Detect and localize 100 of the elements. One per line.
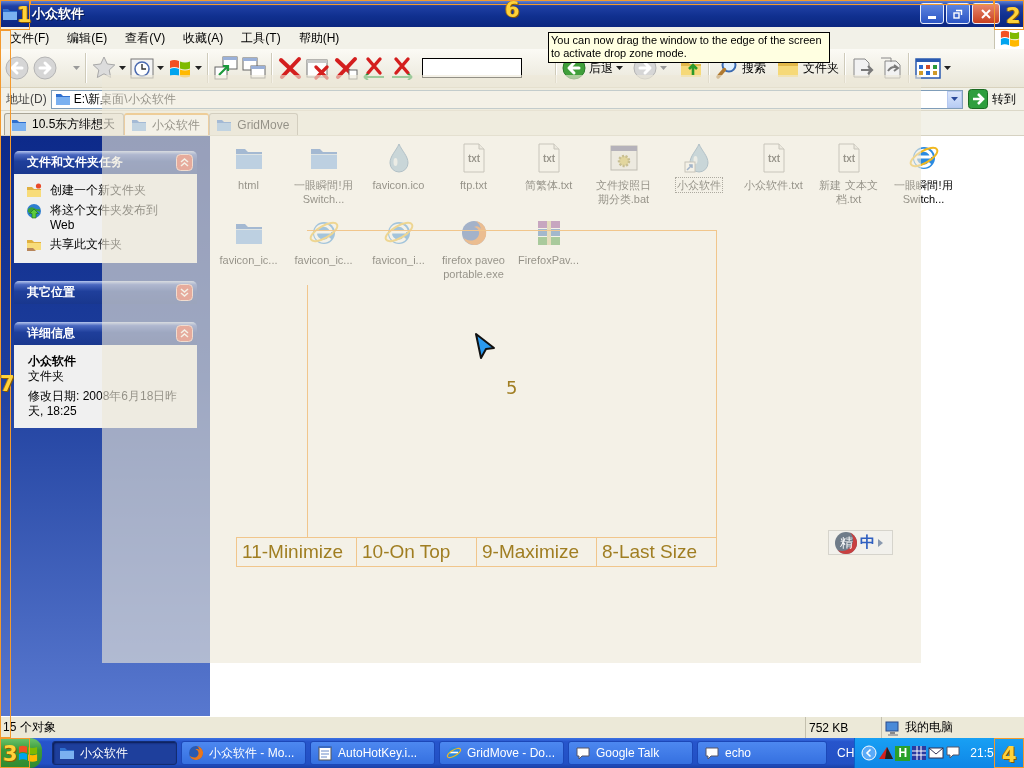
language-indicator[interactable]: CH	[837, 746, 855, 760]
file-name[interactable]: favicon_ic...	[293, 253, 354, 267]
taskbar-button[interactable]: Google Talk	[568, 741, 693, 765]
chat-bubble-icon[interactable]	[945, 745, 962, 761]
drop-zone: 11-Minimize	[236, 537, 357, 567]
chat-bubble-icon	[575, 745, 591, 761]
taskbar-button[interactable]: echo	[697, 741, 827, 765]
task-link[interactable]: 将这个文件夹发布到 Web	[50, 203, 162, 233]
gear-window-icon[interactable]	[607, 142, 640, 174]
taskbar-button[interactable]: 小众软件	[52, 741, 177, 765]
panel-header[interactable]: 其它位置	[14, 281, 197, 304]
mail-icon[interactable]	[928, 745, 945, 761]
task-link[interactable]: 创建一个新文件夹	[50, 183, 146, 198]
tab[interactable]: 10.5东方绯想天	[4, 113, 125, 135]
clock[interactable]: 21:5	[970, 746, 994, 760]
close-icon	[981, 8, 991, 19]
task-link[interactable]: 共享此文件夹	[50, 237, 122, 252]
search-field[interactable]	[422, 58, 522, 78]
window-title: 小众软件	[32, 4, 84, 21]
caret-icon	[944, 66, 951, 70]
new-folder-icon[interactable]	[26, 183, 42, 199]
document-arrow-icon	[851, 56, 875, 80]
collapse-button[interactable]	[176, 284, 193, 301]
taskbar-button[interactable]: AutoHotKey.i...	[310, 741, 435, 765]
notepad-icon	[317, 745, 333, 761]
right-arrow-icon	[968, 89, 988, 109]
zone-number: 6	[505, 0, 520, 21]
caret-icon	[157, 66, 164, 70]
menu-item[interactable]: 帮助(H)	[292, 27, 346, 49]
menu-item[interactable]: 工具(T)	[235, 27, 287, 49]
folder-icon	[59, 745, 75, 761]
close-button[interactable]	[972, 3, 1000, 24]
new-window-button[interactable]	[212, 53, 240, 83]
restore-button[interactable]	[946, 3, 970, 24]
menu-item[interactable]: 编辑(E)	[61, 27, 114, 49]
restore-icon	[953, 8, 963, 19]
documents-arrow-icon	[879, 56, 903, 80]
x-arrows-icon	[390, 56, 414, 80]
item-type: 文件夹	[28, 369, 65, 384]
file-name[interactable]: favicon.ico	[371, 178, 426, 192]
status-text: 我的电脑	[905, 719, 953, 736]
ime-logo[interactable]: 精	[835, 531, 857, 554]
menu-item[interactable]: 文件(F)	[4, 27, 56, 49]
clock-window-icon	[130, 56, 154, 80]
windows-flag-icon	[17, 743, 39, 763]
tray-app-tile[interactable]: H	[895, 745, 911, 761]
input-mode-toggle[interactable]: 中	[860, 533, 875, 552]
double-chevron-up-icon	[176, 154, 193, 171]
file-name[interactable]: html	[237, 178, 260, 192]
grid-icon	[915, 56, 941, 80]
zone-number: 5	[506, 377, 518, 398]
x-window-icon	[334, 56, 358, 80]
x-arrows-icon	[362, 56, 386, 80]
globe-ring-icon	[446, 745, 462, 761]
tab[interactable]: 小众软件	[124, 113, 210, 135]
file-name[interactable]: 新建 文本文档.txt	[815, 178, 882, 206]
file-name[interactable]: 文件按照日期分类.bat	[590, 178, 657, 206]
address-field[interactable]: E:\新桌面\小众软件	[50, 89, 963, 109]
caret-icon	[119, 66, 126, 70]
file-name[interactable]: firefox paveo portable.exe	[440, 253, 507, 281]
tooltip: You can now drag the window to the edge of the screen to activate drop zone mode.	[548, 32, 830, 63]
fox-globe-icon	[188, 745, 204, 761]
file-name[interactable]: 小众软件	[675, 178, 722, 192]
zone-number: 4	[1002, 745, 1017, 766]
caret-icon[interactable]	[878, 538, 883, 547]
taskbar-button[interactable]: 小众软件 - Mo...	[181, 741, 306, 765]
panel-title: 其它位置	[27, 284, 76, 301]
minimize-button[interactable]	[920, 3, 944, 24]
file-name[interactable]: favicon_ic...	[218, 253, 279, 267]
shared-folder-icon[interactable]	[26, 237, 42, 253]
tab[interactable]: GridMove	[209, 113, 299, 135]
panel-header[interactable]: 详细信息	[14, 322, 197, 345]
go-button[interactable]: 转到	[968, 89, 1016, 109]
caret-icon	[73, 66, 80, 70]
file-name[interactable]: 简繁体.txt	[523, 178, 574, 192]
collapse-button[interactable]	[176, 325, 193, 342]
collapse-button[interactable]	[176, 154, 193, 171]
modified-date: 修改日期: 2008年6月18日昨天, 18:25	[28, 389, 179, 419]
menu-item[interactable]: 收藏(A)	[177, 27, 230, 49]
minimize-icon	[928, 16, 936, 19]
wedge-icon[interactable]	[878, 745, 895, 761]
computer-icon	[885, 719, 901, 736]
x-icon	[278, 56, 302, 80]
item-name: 小众软件	[28, 354, 77, 369]
taskbar-button[interactable]: GridMove - Do...	[439, 741, 564, 765]
file-name[interactable]: FirefoxPav...	[517, 253, 580, 267]
grid-icon[interactable]	[911, 745, 928, 761]
menu-item[interactable]: 查看(V)	[119, 27, 172, 49]
windows-icon	[242, 56, 266, 80]
file-name[interactable]: ftp.txt	[459, 178, 488, 192]
caret-icon	[616, 66, 623, 70]
file-name[interactable]: 小众软件.txt	[743, 178, 804, 192]
start-button[interactable]	[0, 738, 42, 768]
caret-icon	[951, 97, 958, 101]
status-text: 752 KB	[809, 720, 849, 735]
chevron-left-icon[interactable]	[861, 745, 878, 761]
chat-bubble-icon	[704, 745, 720, 761]
file-name[interactable]: favicon_i...	[371, 253, 426, 267]
dropdown-button[interactable]	[947, 90, 962, 108]
drop-zone: 8-Last Size	[596, 537, 717, 567]
